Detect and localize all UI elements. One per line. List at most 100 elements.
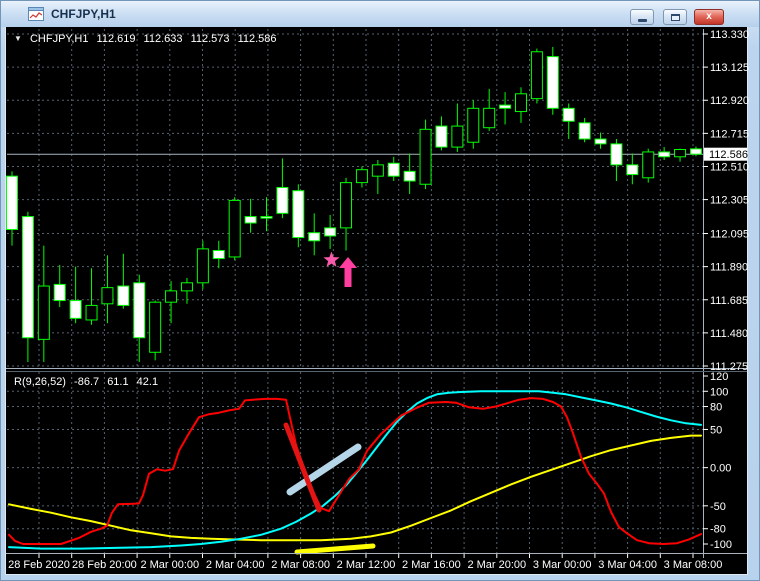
svg-text:-50: -50	[710, 501, 726, 513]
buy-arrow-icon[interactable]	[339, 257, 357, 287]
candle	[626, 153, 639, 185]
close-button[interactable]: x	[694, 9, 724, 25]
candle	[451, 103, 464, 152]
oscillator-layer	[8, 390, 702, 550]
svg-text:112.305: 112.305	[710, 195, 749, 207]
indicator-value-2: 61.1	[107, 376, 129, 388]
WPR-26-line	[8, 390, 702, 550]
candle	[53, 265, 66, 308]
svg-text:0.00: 0.00	[710, 463, 731, 475]
trendline-red[interactable]	[283, 422, 322, 513]
svg-text:2 Mar 00:00: 2 Mar 00:00	[140, 559, 199, 571]
candle	[6, 171, 18, 246]
svg-text:112.715: 112.715	[710, 128, 749, 140]
symbol-dropdown-icon[interactable]: ▼	[14, 34, 22, 43]
candle	[244, 198, 257, 233]
minimize-icon	[638, 19, 647, 22]
candle	[276, 158, 289, 219]
candle	[165, 281, 178, 324]
price-axis[interactable]: 113.330 113.125 112.920 112.715 112.510 112.3…	[703, 29, 749, 373]
candle	[308, 213, 321, 256]
svg-text:50: 50	[710, 424, 722, 436]
candle	[371, 160, 384, 194]
svg-text:2 Mar 08:00: 2 Mar 08:00	[271, 559, 330, 571]
svg-text:111.890: 111.890	[710, 262, 748, 274]
candle	[228, 197, 241, 261]
svg-text:-100: -100	[710, 539, 732, 551]
star-icon[interactable]	[323, 251, 340, 267]
candle	[403, 153, 416, 194]
panel-borders	[6, 29, 747, 558]
svg-text:113.330: 113.330	[710, 29, 749, 41]
svg-text:120: 120	[710, 371, 728, 383]
svg-text:3 Mar 00:00: 3 Mar 00:00	[533, 559, 592, 571]
trendline-yellow[interactable]	[294, 543, 376, 555]
svg-text:2 Mar 04:00: 2 Mar 04:00	[206, 559, 265, 571]
svg-text:3 Mar 08:00: 3 Mar 08:00	[664, 559, 723, 571]
candle	[530, 48, 543, 104]
restore-icon	[671, 14, 680, 21]
candle	[324, 214, 337, 249]
indicator-name: R(9,26,52)	[14, 376, 66, 388]
oscillator-axis[interactable]: 120 100 80 50 0.00 -50 -80 -100	[703, 371, 732, 551]
candle	[21, 211, 34, 362]
svg-text:111.480: 111.480	[710, 328, 748, 340]
header-close: 112.586	[237, 33, 277, 45]
candle	[594, 132, 607, 149]
svg-text:80: 80	[710, 402, 722, 414]
chart-window: 113.330 113.125 112.920 112.715 112.510 112.3…	[0, 0, 760, 581]
header-symbol: CHFJPY,H1	[29, 33, 89, 45]
svg-text:113.125: 113.125	[710, 62, 749, 74]
candle	[435, 116, 448, 151]
header-open: 112.619	[96, 33, 136, 45]
candle	[419, 119, 432, 190]
candles-layer	[6, 46, 702, 362]
candle	[133, 274, 146, 362]
restore-button[interactable]	[663, 9, 687, 25]
candle	[387, 156, 400, 182]
bid-price-label: 112.586	[709, 149, 748, 161]
window-icon chart-icon	[28, 7, 44, 21]
header-low: 112.573	[190, 33, 230, 45]
candle	[578, 118, 591, 143]
time-axis[interactable]: 28 Feb 2020 28 Feb 20:00 2 Mar 00:00 2 Mar …	[8, 554, 722, 571]
candle	[546, 46, 559, 115]
candle	[642, 148, 655, 183]
svg-text:112.095: 112.095	[710, 229, 749, 241]
svg-text:111.685: 111.685	[710, 295, 748, 307]
indicator-value-1: -86.7	[74, 376, 100, 388]
window-title: CHFJPY,H1	[51, 7, 116, 21]
candle	[499, 92, 512, 125]
svg-text:100: 100	[710, 386, 728, 398]
candle	[340, 177, 353, 251]
svg-text:2 Mar 16:00: 2 Mar 16:00	[402, 559, 461, 571]
svg-text:-80: -80	[710, 524, 726, 536]
drawn-objects-layer	[283, 251, 376, 555]
header-high: 112.633	[143, 33, 183, 45]
svg-text:112.920: 112.920	[710, 95, 749, 107]
candle	[260, 197, 273, 232]
svg-text:112.510: 112.510	[710, 161, 749, 173]
candle	[674, 148, 687, 162]
indicator-header: R(9,26,52) -86.7 61.1 42.1	[14, 376, 163, 388]
candle	[149, 300, 162, 361]
svg-text:28 Feb 20:00: 28 Feb 20:00	[72, 559, 137, 571]
candle	[37, 245, 50, 362]
candle	[610, 139, 623, 182]
main-chart[interactable]: 113.330 113.125 112.920 112.715 112.510 112.3…	[1, 1, 760, 581]
candle	[212, 240, 225, 269]
svg-text:2 Mar 20:00: 2 Mar 20:00	[467, 559, 526, 571]
candle	[689, 146, 702, 157]
minimize-button[interactable]	[630, 9, 654, 25]
svg-text:2 Mar 12:00: 2 Mar 12:00	[337, 559, 396, 571]
chart-ohlc-header: ▼ CHFJPY,H1 112.619 112.633 112.573 112.…	[14, 33, 282, 45]
title-bar[interactable]: CHFJPY,H1 x	[1, 1, 759, 27]
close-icon: x	[706, 11, 712, 22]
WPR-9-line	[8, 397, 702, 545]
candle	[196, 240, 209, 290]
svg-text:28 Feb 2020: 28 Feb 2020	[8, 559, 70, 571]
candle	[467, 100, 480, 149]
candle	[483, 88, 496, 131]
svg-text:3 Mar 04:00: 3 Mar 04:00	[598, 559, 657, 571]
candle	[117, 253, 130, 309]
